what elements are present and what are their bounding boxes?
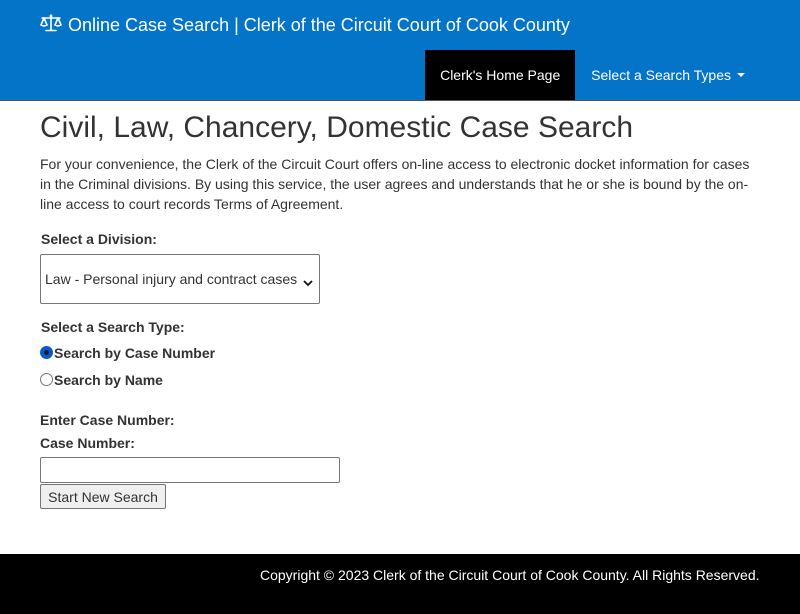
radio-case-number-label[interactable]: Search by Case Number <box>54 345 215 361</box>
main-nav: Clerk's Home Page Select a Search Types <box>425 50 800 100</box>
copyright-text: Copyright © 2023 Clerk of the Circuit Co… <box>260 567 760 583</box>
footer: Copyright © 2023 Clerk of the Circuit Co… <box>0 554 800 614</box>
chevron-down-icon <box>303 274 313 290</box>
nav-clerks-home[interactable]: Clerk's Home Page <box>425 50 576 100</box>
intro-text: For your convenience, the Clerk of the C… <box>40 156 750 212</box>
page-title: Civil, Law, Chancery, Domestic Case Sear… <box>40 111 633 144</box>
radio-option-name[interactable]: Search by Name <box>40 370 760 389</box>
start-new-search-button[interactable]: Start New Search <box>40 484 166 509</box>
nav-search-types-dropdown[interactable]: Select a Search Types <box>575 50 800 100</box>
main-content: Civil, Law, Chancery, Domestic Case Sear… <box>0 111 800 509</box>
radio-option-case-number[interactable]: Search by Case Number <box>40 343 760 362</box>
scales-icon <box>40 13 68 37</box>
enter-case-number-heading: Enter Case Number: <box>40 412 175 428</box>
case-number-label: Case Number: <box>40 435 135 451</box>
nav-search-types-label: Select a Search Types <box>591 67 731 83</box>
division-selected-value: Law - Personal injury and contract cases <box>45 271 298 287</box>
brand-link[interactable]: Online Case Search | Clerk of the Circui… <box>40 11 570 39</box>
radio-name-label[interactable]: Search by Name <box>54 372 163 388</box>
caret-down-icon <box>737 73 745 77</box>
brand-title: Online Case Search | Clerk of the Circui… <box>68 14 570 35</box>
top-navbar: Online Case Search | Clerk of the Circui… <box>0 0 800 101</box>
case-number-input[interactable] <box>40 457 340 483</box>
division-label: Select a Division: <box>41 231 157 247</box>
radio-case-number[interactable] <box>40 346 53 359</box>
division-select[interactable]: Law - Personal injury and contract cases <box>40 254 320 304</box>
radio-name[interactable] <box>40 373 53 386</box>
search-type-label: Select a Search Type: <box>41 319 185 335</box>
